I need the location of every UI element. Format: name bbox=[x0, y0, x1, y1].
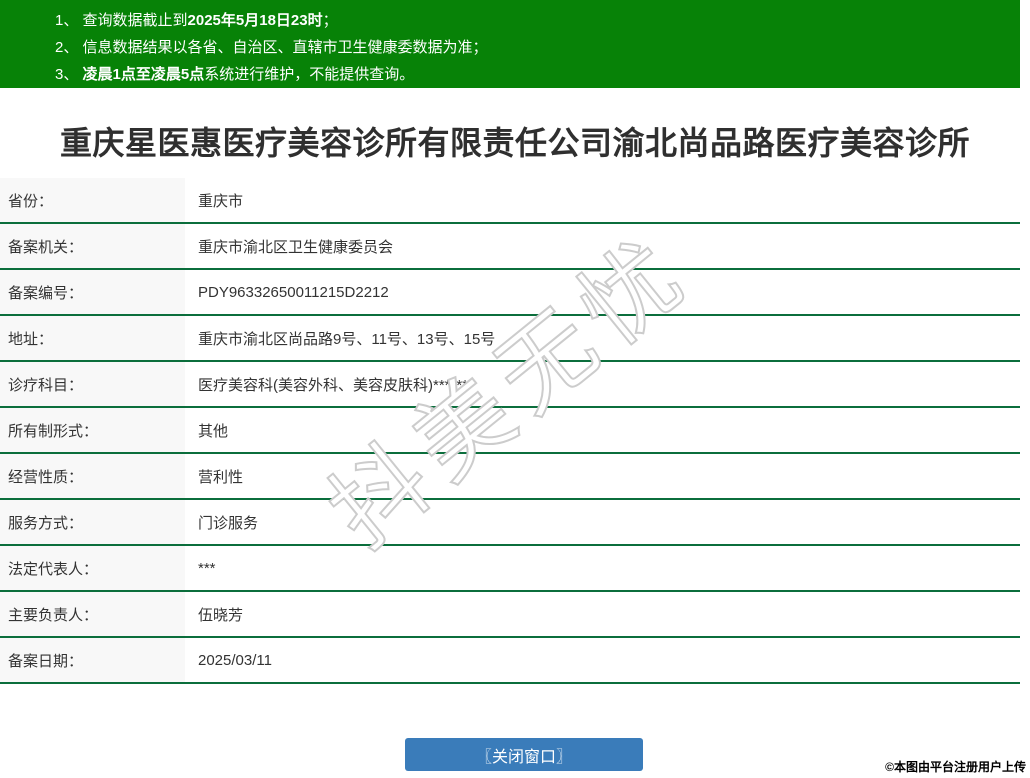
row-value: 门诊服务 bbox=[198, 514, 259, 532]
notice-list: 1、 查询数据截止到2025年5月18日23时； 2、 信息数据结果以各省、自治区… bbox=[55, 7, 1020, 88]
row-label: 主要负责人： bbox=[0, 592, 185, 636]
row-label: 经营性质： bbox=[0, 454, 185, 498]
notice-line: 3、 凌晨1点至凌晨5点系统进行维护，不能提供查询。 bbox=[55, 66, 415, 83]
row-value: 重庆市 bbox=[198, 192, 244, 210]
row-value: 营利性 bbox=[198, 468, 244, 486]
row-value: *** bbox=[198, 559, 216, 577]
table-row: 备案日期： 2025/03/11 bbox=[0, 638, 1020, 684]
table-row: 备案编号： PDY96332650011215D2212 bbox=[0, 270, 1020, 316]
row-value: 伍晓芳 bbox=[198, 606, 244, 624]
table-row: 经营性质： 营利性 bbox=[0, 454, 1020, 500]
table-row: 所有制形式： 其他 bbox=[0, 408, 1020, 454]
row-value: 医疗美容科(美容外科、美容皮肤科)****** bbox=[198, 376, 469, 394]
page-title: 重庆星医惠医疗美容诊所有限责任公司渝北尚品路医疗美容诊所 bbox=[59, 125, 970, 161]
row-value: 重庆市渝北区卫生健康委员会 bbox=[198, 238, 394, 256]
notice-line: 2、 信息数据结果以各省、自治区、直辖市卫生健康委数据为准； bbox=[55, 39, 488, 56]
table-row: 服务方式： 门诊服务 bbox=[0, 500, 1020, 546]
table-row: 诊疗科目： 医疗美容科(美容外科、美容皮肤科)****** bbox=[0, 362, 1020, 408]
row-label: 省份： bbox=[0, 178, 185, 222]
row-label: 诊疗科目： bbox=[0, 362, 185, 406]
table-row: 省份： 重庆市 bbox=[0, 178, 1020, 224]
page: 1、 查询数据截止到2025年5月18日23时； 2、 信息数据结果以各省、自治区… bbox=[0, 0, 1030, 778]
close-window-button[interactable]: 〖关闭窗口〗 bbox=[405, 738, 643, 771]
row-value: 重庆市渝北区尚品路9号、11号、13号、15号 bbox=[198, 330, 496, 348]
row-label: 备案日期： bbox=[0, 638, 185, 682]
row-value: PDY96332650011215D2212 bbox=[198, 283, 389, 301]
table-row: 地址： 重庆市渝北区尚品路9号、11号、13号、15号 bbox=[0, 316, 1020, 362]
row-value: 2025/03/11 bbox=[198, 651, 272, 669]
row-value: 其他 bbox=[198, 422, 229, 440]
table-row: 主要负责人： 伍晓芳 bbox=[0, 592, 1020, 638]
row-label: 所有制形式： bbox=[0, 408, 185, 452]
row-label: 服务方式： bbox=[0, 500, 185, 544]
info-table: 省份： 重庆市 备案机关： 重庆市渝北区卫生健康委员会 备案编号： PDY96332650… bbox=[0, 178, 1020, 684]
row-label: 备案机关： bbox=[0, 224, 185, 268]
notice-line: 1、 查询数据截止到2025年5月18日23时； bbox=[55, 12, 338, 29]
row-label: 备案编号： bbox=[0, 270, 185, 314]
table-row: 备案机关： 重庆市渝北区卫生健康委员会 bbox=[0, 224, 1020, 270]
table-row: 法定代表人： *** bbox=[0, 546, 1020, 592]
notice-bar: 1、 查询数据截止到2025年5月18日23时； 2、 信息数据结果以各省、自治区… bbox=[0, 0, 1020, 88]
credit-text: ©本图由平台注册用户上传 bbox=[885, 760, 1026, 774]
row-label: 地址： bbox=[0, 316, 185, 360]
row-label: 法定代表人： bbox=[0, 546, 185, 590]
